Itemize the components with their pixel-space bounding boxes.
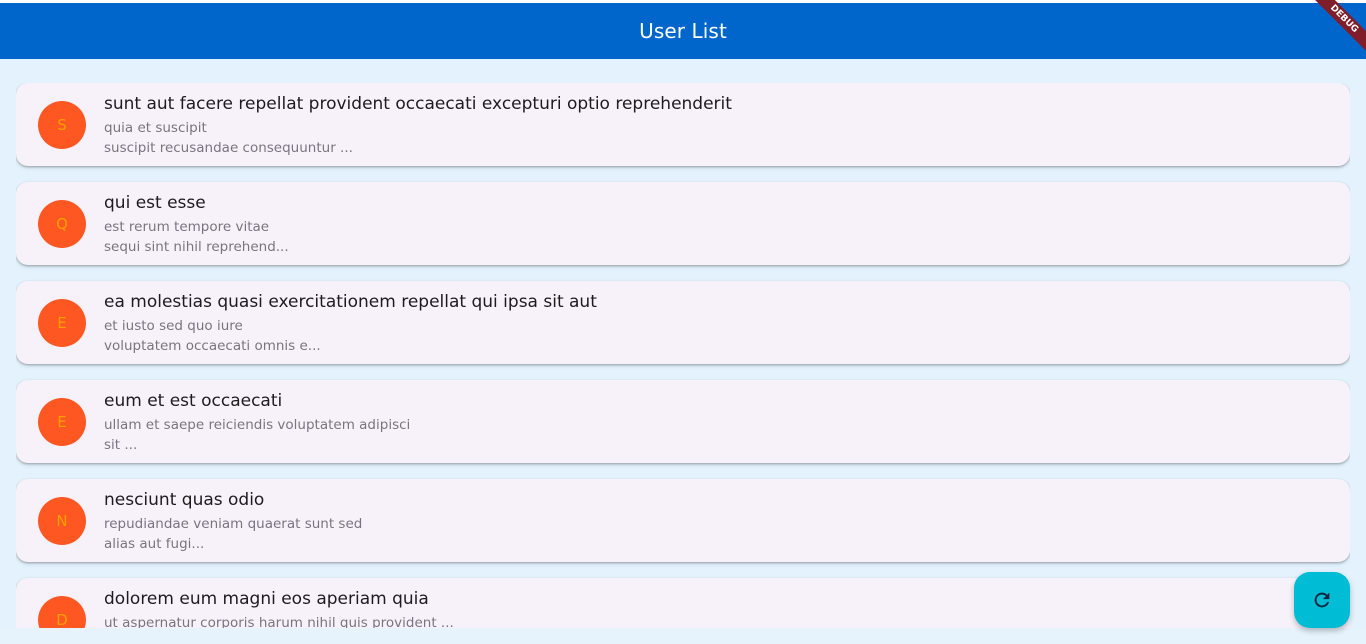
app-bar: User List [0,3,1366,59]
avatar: S [38,101,86,149]
avatar: D [38,596,86,628]
post-body-line-1: ullam et saepe reiciendis voluptatem adi… [104,417,411,433]
post-title: nesciunt quas odio [104,490,265,510]
post-body-line-2: suscipit recusandae consequuntur ... [104,140,353,156]
post-body-line-1: et iusto sed quo iure [104,318,243,334]
post-body-line-2: sequi sint nihil reprehend... [104,239,289,255]
post-title: eum et est occaecati [104,391,283,411]
refresh-icon [1314,592,1330,608]
avatar: E [38,299,86,347]
avatar: E [38,398,86,446]
post-body-line-1: ut aspernatur corporis harum nihil quis … [104,615,454,628]
post-card[interactable]: Q qui est esse est rerum tempore vitae s… [16,182,1350,265]
post-body-line-1: est rerum tempore vitae [104,219,270,235]
post-body-line-2: alias aut fugi... [104,536,205,552]
post-title: dolorem eum magni eos aperiam quia [104,589,429,609]
refresh-button[interactable] [1294,572,1350,628]
post-body-line-1: repudiandae veniam quaerat sunt sed [104,516,363,532]
post-card[interactable]: N nesciunt quas odio repudiandae veniam … [16,479,1350,562]
post-body-line-2: sit ... [104,437,138,453]
post-title: sunt aut facere repellat provident occae… [104,94,732,114]
avatar: N [38,497,86,545]
post-card[interactable]: E eum et est occaecati ullam et saepe re… [16,380,1350,463]
page-title: User List [639,19,727,43]
post-list[interactable]: S sunt aut facere repellat provident occ… [16,83,1350,628]
post-card[interactable]: D dolorem eum magni eos aperiam quia ut … [16,578,1350,628]
avatar: Q [38,200,86,248]
post-body-line-2: voluptatem occaecati omnis e... [104,338,321,354]
post-card[interactable]: S sunt aut facere repellat provident occ… [16,83,1350,166]
post-card[interactable]: E ea molestias quasi exercitationem repe… [16,281,1350,364]
app-screen: User List DEBUG S sunt aut facere repell… [0,0,1366,644]
post-title: ea molestias quasi exercitationem repell… [104,292,597,312]
post-title: qui est esse [104,193,206,213]
bottom-strip [0,628,1366,644]
post-body-line-1: quia et suscipit [104,120,207,136]
